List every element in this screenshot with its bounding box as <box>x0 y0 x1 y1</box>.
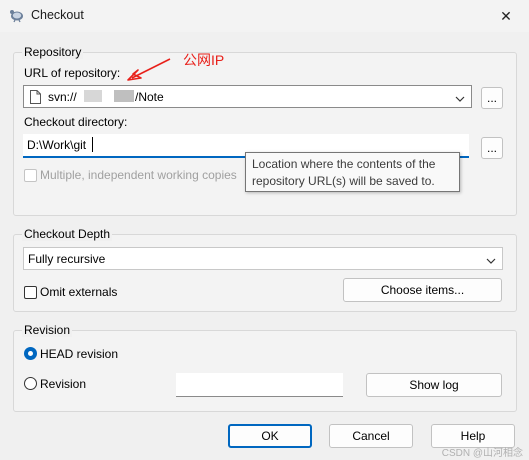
checkout-dir-label: Checkout directory: <box>24 115 128 129</box>
revision-group-label: Revision <box>22 323 73 337</box>
arrow-annotation-icon <box>124 56 172 84</box>
browse-dir-button[interactable]: ... <box>481 137 503 159</box>
show-log-button[interactable]: Show log <box>366 373 502 397</box>
revision-group <box>13 330 517 412</box>
chevron-down-icon[interactable] <box>455 92 465 106</box>
cancel-button[interactable]: Cancel <box>329 424 413 448</box>
url-value: svn:// <box>48 90 77 104</box>
close-icon: ✕ <box>500 7 512 24</box>
revision-input[interactable] <box>176 373 343 397</box>
url-suffix: /Note <box>135 90 164 104</box>
ok-button[interactable]: OK <box>228 424 312 448</box>
head-revision-label: HEAD revision <box>40 347 119 361</box>
watermark: CSDN @山河相念 <box>441 448 523 459</box>
chevron-down-icon[interactable] <box>486 254 496 268</box>
checkout-dir-value: D:\Work\git <box>27 138 87 152</box>
choose-items-button[interactable]: Choose items... <box>343 278 502 302</box>
text-caret <box>92 137 93 152</box>
checkout-depth-group-label: Checkout Depth <box>22 227 113 241</box>
depth-select[interactable]: Fully recursive <box>23 247 503 270</box>
window-title: Checkout <box>31 8 84 22</box>
title-bar: Checkout ✕ <box>0 0 529 32</box>
repository-group-label: Repository <box>22 45 84 59</box>
url-combobox[interactable]: svn:// /Note <box>23 85 472 108</box>
url-label: URL of repository: <box>24 66 121 80</box>
head-revision-radio[interactable] <box>24 347 37 360</box>
checkout-dir-tooltip: Location where the contents of the repos… <box>245 152 460 192</box>
omit-externals-label: Omit externals <box>40 285 118 299</box>
revision-label: Revision <box>40 377 87 391</box>
public-ip-annotation: 公网IP <box>183 52 225 68</box>
omit-externals-checkbox[interactable] <box>24 286 37 299</box>
multiple-working-copies-label: Multiple, independent working copies <box>40 168 237 182</box>
revision-radio[interactable] <box>24 377 37 390</box>
document-icon <box>30 90 41 107</box>
url-redacted-block <box>84 90 102 102</box>
multiple-working-copies-checkbox[interactable] <box>24 169 37 182</box>
close-button[interactable]: ✕ <box>483 0 529 32</box>
depth-selected-value: Fully recursive <box>28 252 106 266</box>
tortoisesvn-app-icon <box>9 7 25 23</box>
browse-url-button[interactable]: ... <box>481 87 503 109</box>
url-redacted-block <box>114 90 134 102</box>
